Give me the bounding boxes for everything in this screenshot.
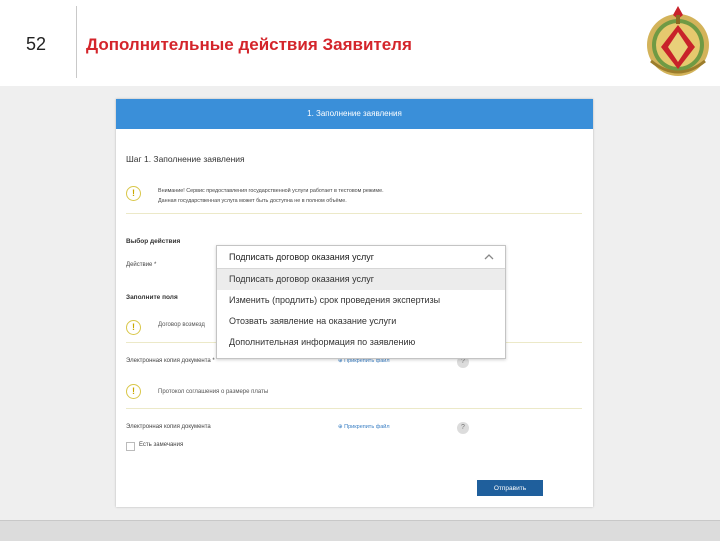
dropdown-option[interactable]: Отозвать заявление на оказание услуги xyxy=(217,311,505,332)
dropdown-option[interactable]: Дополнительная информация по заявлению xyxy=(217,332,505,353)
action-dropdown[interactable]: Подписать договор оказания услуг Подписа… xyxy=(216,245,506,359)
dropdown-option-label: Подписать договор оказания услуг xyxy=(229,274,375,284)
help-icon[interactable]: ? xyxy=(457,422,469,434)
notice-line: Внимание! Сервис предоставления государс… xyxy=(158,188,384,194)
notice-line: Данная государственная услуга может быть… xyxy=(158,198,347,204)
slide-header: 52 Дополнительные действия Заявителя xyxy=(0,0,720,86)
header-divider xyxy=(76,6,77,78)
emblem-logo xyxy=(647,6,709,76)
warning-icon: ! xyxy=(126,320,141,335)
chevron-up-icon[interactable] xyxy=(483,252,495,262)
form-step-header: 1. Заполнение заявления xyxy=(116,99,593,129)
ecopy-label: Электронная копия документа xyxy=(126,424,211,430)
section-divider xyxy=(126,213,582,214)
contract-document-label: Договор возмезд xyxy=(158,322,205,328)
test-mode-notice: Внимание! Сервис предоставления государс… xyxy=(158,186,384,206)
fill-fields-heading: Заполните поля xyxy=(126,294,178,301)
remarks-checkbox[interactable] xyxy=(126,442,135,451)
warning-icon: ! xyxy=(126,384,141,399)
dropdown-option-label: Отозвать заявление на оказание услуги xyxy=(229,316,397,326)
remarks-label: Есть замечания xyxy=(139,442,184,448)
slide-number: 52 xyxy=(26,34,47,54)
ecopy-required-label: Электронная копия документа * xyxy=(126,358,215,364)
dropdown-option[interactable]: Изменить (продлить) срок проведения эксп… xyxy=(217,290,505,311)
choose-action-heading: Выбор действия xyxy=(126,238,181,245)
submit-button[interactable]: Отправить xyxy=(477,480,543,496)
dropdown-selected-text: Подписать договор оказания услуг xyxy=(229,252,375,262)
slide-title: Дополнительные действия Заявителя xyxy=(86,35,412,54)
attach-file-link[interactable]: ⊕ Прикрепить файл xyxy=(338,424,390,430)
dropdown-selected-value[interactable]: Подписать договор оказания услуг xyxy=(217,246,505,269)
warning-icon: ! xyxy=(126,186,141,201)
protocol-document-label: Протокол соглашения о размере платы xyxy=(158,389,269,395)
action-field-label: Действие * xyxy=(126,262,157,268)
step-title: Шаг 1. Заполнение заявления xyxy=(126,154,245,164)
section-divider xyxy=(126,408,582,409)
dropdown-option-label: Дополнительная информация по заявлению xyxy=(229,337,416,347)
slide-footer xyxy=(0,520,720,541)
dropdown-option[interactable]: Подписать договор оказания услуг xyxy=(217,269,505,290)
dropdown-option-label: Изменить (продлить) срок проведения эксп… xyxy=(229,295,441,305)
attach-file-label: Прикрепить файл xyxy=(344,424,390,430)
